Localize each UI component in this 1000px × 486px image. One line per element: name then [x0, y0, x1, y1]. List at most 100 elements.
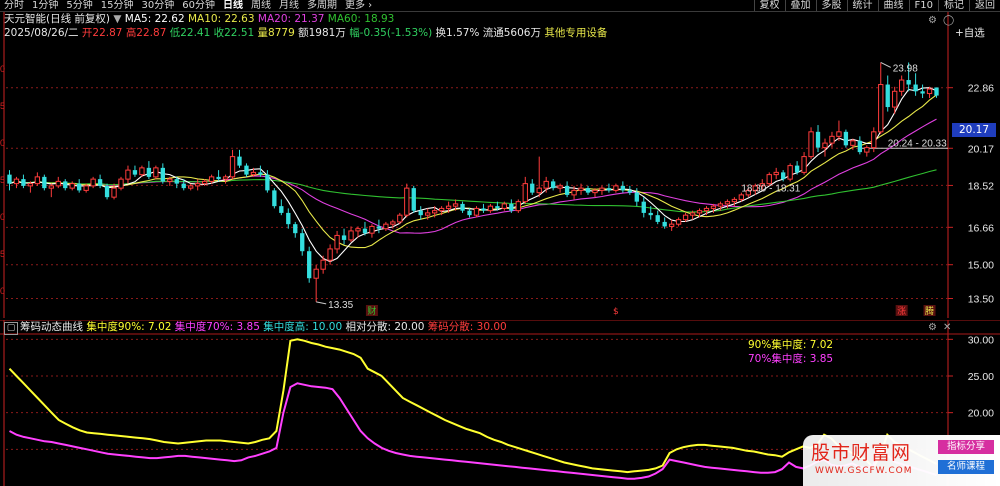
- candle-body-down: [411, 188, 416, 211]
- watermark-url: WWW.GSCFW.COM: [815, 466, 913, 476]
- candle-body-down: [418, 210, 423, 216]
- stock-name: 天元智能(日线 前复权): [4, 13, 111, 25]
- candle-body-up: [766, 174, 772, 185]
- candle-body-up: [348, 230, 354, 241]
- c-high-label: 集中度高: 10.00: [263, 321, 343, 333]
- candlestick-chart[interactable]: 22.86 20.17 18.52 16.66 15.00 13.50 0 5 0 5 0 5 0 23.…: [0, 12, 1000, 318]
- candle-body-up: [34, 176, 41, 185]
- candle-body-up: [208, 176, 215, 182]
- toolbar-button-7[interactable]: 返回: [969, 0, 1000, 11]
- left-tick-label: 5: [0, 101, 5, 111]
- toolbar-button-0[interactable]: 复权: [753, 0, 785, 11]
- candle-body-up: [125, 169, 131, 180]
- tab-period-10[interactable]: 更多 ›: [341, 0, 376, 11]
- toolbar-button-6[interactable]: 标记: [938, 0, 969, 11]
- candle-body-up: [118, 178, 124, 189]
- candle-body-up: [731, 198, 738, 203]
- toolbar-button-4[interactable]: 曲线: [877, 0, 909, 11]
- tab-period-9[interactable]: 多周期: [303, 0, 341, 11]
- left-tick-label: 0: [0, 64, 5, 74]
- chevron-down-icon[interactable]: ▼: [113, 13, 121, 25]
- candle-body-up: [773, 171, 779, 176]
- candle-body-up: [487, 205, 494, 212]
- tab-period-8[interactable]: 月线: [275, 0, 303, 11]
- candle-body-up: [717, 203, 724, 207]
- tab-period-4[interactable]: 30分钟: [137, 0, 178, 11]
- toolbar: 分时 1分钟 5分钟 15分钟 30分钟 60分钟 日线 周线 月线 多周期 更多 › 复权 叠加 多股…: [0, 0, 1000, 12]
- candle-body-down: [913, 84, 918, 92]
- candle-body-up: [578, 187, 584, 191]
- candle-body-up: [899, 79, 905, 92]
- candle-body-down: [293, 224, 298, 234]
- tab-period-6[interactable]: 日线: [219, 0, 247, 11]
- tab-period-3[interactable]: 15分钟: [97, 0, 138, 11]
- candle-body-down: [286, 212, 291, 225]
- float-label: 流通5606万: [482, 27, 541, 39]
- candle-body-up: [313, 268, 319, 279]
- candle-body-down: [460, 203, 465, 211]
- candle-body-down: [857, 140, 863, 153]
- toolbar-button-3[interactable]: 统计: [846, 0, 878, 11]
- indicator-close-icon[interactable]: ✕: [943, 322, 951, 333]
- candle-body-up: [668, 223, 675, 227]
- date-label: 2025/08/26/二: [4, 27, 79, 39]
- candle-body-up: [592, 189, 598, 194]
- candle-body-up: [55, 180, 61, 187]
- toolbar-button-2[interactable]: 多股: [815, 0, 847, 11]
- candle-body-up: [787, 165, 793, 180]
- marker-cai: 财: [367, 305, 376, 317]
- close-label: 收22.51: [213, 27, 255, 39]
- ma20-label: MA20: 21.37: [257, 13, 325, 25]
- add-favorite-button[interactable]: +自选: [955, 27, 985, 40]
- gear-icon[interactable]: ⚙: [928, 15, 937, 26]
- price-tick-label: 18.52: [968, 180, 994, 192]
- candle-body-up: [111, 187, 117, 198]
- candle-body-down: [655, 215, 660, 222]
- candle-body-up: [320, 259, 326, 270]
- tab-period-7[interactable]: 周线: [247, 0, 275, 11]
- candle-body-up: [473, 207, 480, 216]
- tab-period-5[interactable]: 60分钟: [178, 0, 219, 11]
- tab-period-0[interactable]: 分时: [0, 0, 28, 11]
- candle-body-down: [21, 179, 26, 186]
- candle-body-up: [871, 131, 877, 149]
- panel-collapse-icon[interactable]: ▢: [4, 322, 18, 335]
- left-tick-label: 5: [0, 249, 5, 259]
- c-rel-label: 相对分散: 20.00: [345, 321, 425, 333]
- candle-body-down: [146, 167, 152, 177]
- dollar-marker-icon: $: [613, 307, 619, 317]
- candle-body-up: [557, 185, 563, 189]
- price-tick-label: 15.00: [968, 260, 994, 272]
- close-icon[interactable]: ◯: [943, 15, 954, 26]
- marker-sheng: 腾: [925, 305, 934, 317]
- tab-period-2[interactable]: 5分钟: [62, 0, 96, 11]
- candle-body-up: [836, 131, 842, 137]
- candle-body-up: [404, 187, 410, 216]
- toolbar-button-5[interactable]: F10: [908, 0, 938, 11]
- candle-body-down: [362, 228, 368, 234]
- candle-body-up: [808, 131, 814, 158]
- candle-body-down: [174, 179, 179, 184]
- candle-body-down: [181, 183, 186, 189]
- range-label-2: 18.30 - 18.31: [741, 184, 800, 195]
- tab-period-1[interactable]: 1分钟: [28, 0, 62, 11]
- candle-body-up: [27, 183, 34, 187]
- candle-body-up: [90, 178, 96, 187]
- c70-label: 集中度70%: 3.85: [174, 321, 260, 333]
- toolbar-button-1[interactable]: 叠加: [784, 0, 816, 11]
- candle-body-up: [543, 180, 549, 189]
- candle-body-down: [104, 185, 110, 198]
- candle-body-up: [432, 210, 438, 214]
- indicator-tick-label: 20.00: [968, 408, 994, 420]
- candle-body-up: [425, 212, 431, 216]
- candle-body-down: [341, 235, 347, 240]
- candle-body-down: [843, 131, 849, 146]
- candle-body-down: [495, 206, 500, 209]
- range-label-1: 20.24 - 20.33: [888, 138, 947, 149]
- tag-indicator-share[interactable]: 指标分享: [938, 440, 994, 454]
- candle-body-down: [564, 185, 570, 195]
- indicator-gear-icon[interactable]: ⚙: [928, 322, 937, 333]
- tag-famous-course[interactable]: 名师课程: [938, 460, 994, 474]
- candle-body-up: [696, 210, 703, 214]
- turnover-label: 换1.57%: [435, 27, 480, 39]
